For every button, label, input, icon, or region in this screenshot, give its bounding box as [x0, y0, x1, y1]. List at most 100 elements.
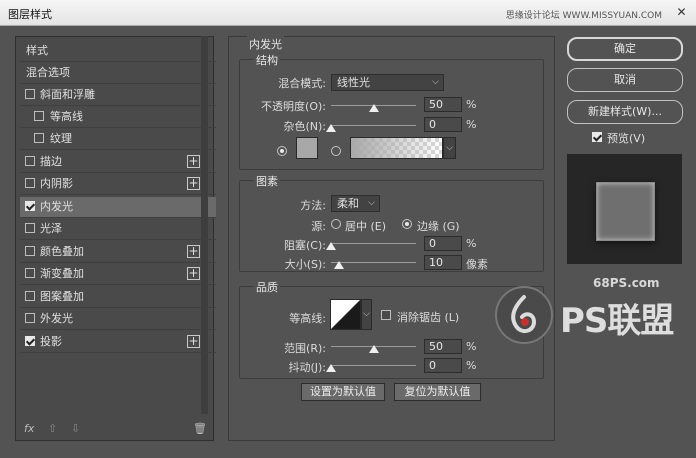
range-slider-thumb[interactable]	[368, 345, 379, 353]
satin-checkbox[interactable]	[25, 223, 35, 233]
sidebar-item-inner-shadow[interactable]: 内阴影 +	[20, 174, 216, 195]
size-label: 大小(S):	[284, 258, 326, 271]
add-stroke-icon[interactable]: +	[187, 155, 200, 168]
noise-input[interactable]: 0	[424, 117, 462, 132]
jitter-slider-thumb[interactable]	[326, 364, 336, 372]
sidebar-item-drop-shadow[interactable]: 投影 +	[20, 332, 216, 353]
method-dropdown[interactable]: 柔和 ⌵	[331, 195, 380, 212]
contour-checkbox[interactable]	[34, 111, 44, 121]
pattern-overlay-checkbox[interactable]	[25, 291, 35, 301]
opacity-label: 不透明度(O):	[261, 100, 326, 113]
style-preview	[567, 154, 682, 264]
noise-slider-track[interactable]	[331, 125, 416, 126]
noise-label: 杂色(N):	[283, 120, 326, 133]
size-slider-thumb[interactable]	[334, 261, 344, 269]
noise-unit: %	[466, 118, 477, 131]
sidebar-item-inner-glow[interactable]: 内发光	[20, 197, 216, 218]
panel-title: 内发光	[247, 36, 284, 52]
sidebar-item-satin[interactable]: 光泽	[20, 219, 216, 240]
size-input[interactable]: 10	[424, 255, 462, 270]
gradient-overlay-checkbox[interactable]	[25, 268, 35, 278]
preview-square	[596, 182, 655, 241]
antialias-checkbox[interactable]	[381, 310, 391, 320]
cancel-button[interactable]: 取消	[567, 68, 683, 92]
sidebar-item-bevel-emboss[interactable]: 斜面和浮雕	[20, 85, 216, 106]
choke-slider-thumb[interactable]	[326, 242, 336, 250]
sidebar-item-label: 混合选项	[26, 66, 70, 79]
jitter-input[interactable]: 0	[424, 358, 462, 373]
jitter-slider-track[interactable]	[331, 365, 416, 366]
solid-color-radio[interactable]	[277, 146, 287, 156]
sidebar-item-label: 光泽	[40, 222, 62, 235]
sidebar-item-stroke[interactable]: 描边 +	[20, 152, 216, 173]
set-default-button[interactable]: 设置为默认值	[301, 383, 385, 401]
sidebar-item-label: 投影	[40, 335, 62, 348]
inner-glow-checkbox[interactable]	[25, 201, 35, 211]
bevel-emboss-checkbox[interactable]	[25, 89, 35, 99]
opacity-unit: %	[466, 98, 477, 111]
source-label: 源:	[311, 220, 326, 233]
site-watermark: 68PS.com	[593, 276, 660, 290]
contour-chevron-icon[interactable]: ⌵	[361, 299, 372, 330]
contour-preview[interactable]	[330, 299, 361, 330]
stroke-checkbox[interactable]	[25, 156, 35, 166]
structure-group: 结构 混合模式: 线性光 ⌵ 不透明度(O): 50 % 杂色(N): 0 % …	[239, 52, 544, 170]
ps-union-logo-icon	[495, 286, 553, 344]
new-style-button[interactable]: 新建样式(W)...	[567, 100, 683, 124]
texture-checkbox[interactable]	[34, 133, 44, 143]
choke-slider-track[interactable]	[331, 243, 416, 244]
choke-unit: %	[466, 237, 477, 250]
gradient-radio[interactable]	[331, 146, 341, 156]
sidebar-item-label: 渐变叠加	[40, 267, 84, 280]
choke-input[interactable]: 0	[424, 236, 462, 251]
sidebar-item-label: 等高线	[50, 110, 83, 123]
add-inner-shadow-icon[interactable]: +	[187, 177, 200, 190]
noise-slider-thumb[interactable]	[326, 124, 336, 132]
sidebar-item-label: 斜面和浮雕	[40, 88, 95, 101]
sidebar-item-texture[interactable]: 纹理	[20, 129, 216, 150]
opacity-input[interactable]: 50	[424, 97, 462, 112]
structure-title: 结构	[254, 52, 280, 68]
quality-title: 品质	[254, 279, 280, 295]
antialias-label: 消除锯齿 (L)	[397, 311, 460, 324]
styles-scrollbar[interactable]	[201, 36, 208, 414]
brand-watermark: PS联盟	[560, 301, 674, 341]
source-center-radio[interactable]	[331, 219, 341, 229]
add-drop-shadow-icon[interactable]: +	[187, 335, 200, 348]
blend-mode-dropdown[interactable]: 线性光 ⌵	[331, 74, 444, 91]
sidebar-item-pattern-overlay[interactable]: 图案叠加	[20, 287, 216, 308]
fx-icon[interactable]: fx	[24, 422, 34, 435]
sidebar-item-color-overlay[interactable]: 颜色叠加 +	[20, 242, 216, 263]
source-edge-label: 边缘 (G)	[417, 220, 460, 233]
trash-icon[interactable]: 🗑	[193, 422, 207, 435]
range-input[interactable]: 50	[424, 339, 462, 354]
move-up-icon[interactable]: ⇧	[48, 422, 57, 435]
inner-shadow-checkbox[interactable]	[25, 178, 35, 188]
add-gradient-overlay-icon[interactable]: +	[187, 267, 200, 280]
opacity-slider-thumb[interactable]	[368, 104, 379, 112]
watermark-text: 思缘设计论坛 WWW.MISSYUAN.COM	[505, 11, 662, 21]
sidebar-item-outer-glow[interactable]: 外发光	[20, 309, 216, 330]
sidebar-item-contour[interactable]: 等高线	[20, 107, 216, 128]
reset-default-button[interactable]: 复位为默认值	[394, 383, 481, 401]
glow-gradient-swatch[interactable]	[350, 137, 443, 159]
move-down-icon[interactable]: ⇩	[71, 422, 80, 435]
source-center-label: 居中 (E)	[345, 220, 387, 233]
glow-color-swatch[interactable]	[296, 137, 318, 159]
add-color-overlay-icon[interactable]: +	[187, 245, 200, 258]
color-overlay-checkbox[interactable]	[25, 246, 35, 256]
sidebar-item-blending-options[interactable]: 混合选项	[20, 63, 216, 84]
ok-button[interactable]: 确定	[567, 37, 683, 61]
sidebar-item-styles[interactable]: 样式	[20, 41, 216, 62]
gradient-picker-chevron-icon[interactable]: ⌵	[443, 137, 456, 159]
outer-glow-checkbox[interactable]	[25, 313, 35, 323]
source-edge-radio[interactable]	[402, 219, 412, 229]
jitter-label: 抖动(J):	[288, 361, 326, 374]
sidebar-item-label: 纹理	[50, 132, 72, 145]
sidebar-item-label: 描边	[40, 155, 62, 168]
preview-checkbox[interactable]	[592, 132, 602, 142]
method-label: 方法:	[300, 199, 326, 212]
drop-shadow-checkbox[interactable]	[25, 336, 35, 346]
close-icon[interactable]: ✕	[675, 6, 688, 19]
sidebar-item-gradient-overlay[interactable]: 渐变叠加 +	[20, 264, 216, 285]
